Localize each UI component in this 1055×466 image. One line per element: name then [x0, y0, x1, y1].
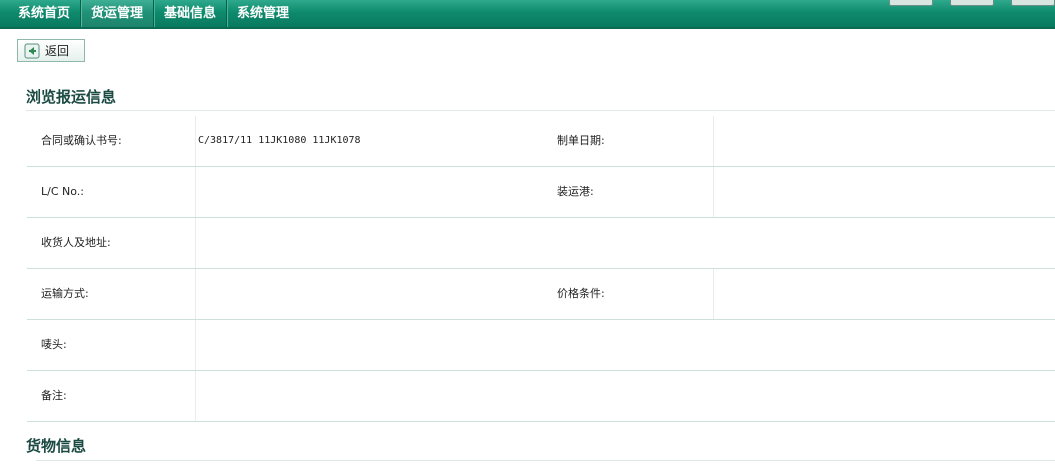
marks-label: 唛头:: [41, 338, 67, 351]
section-title-goods: 货物信息: [26, 437, 87, 455]
table-row: L/C No.: 装运港:: [27, 167, 1055, 218]
table-row: 唛头:: [27, 320, 1055, 371]
price-label: 价格条件:: [557, 287, 605, 300]
table-row: 合同或确认书号: C/3817/11 11JK1080 11JK1078 制单日…: [27, 116, 1055, 167]
nav-item-home[interactable]: 系统首页: [8, 0, 82, 27]
top-tab-button[interactable]: [889, 0, 933, 6]
back-button[interactable]: 返回: [17, 39, 85, 62]
column-divider: [713, 116, 714, 166]
column-divider: [195, 167, 196, 217]
back-arrow-icon: [24, 43, 40, 58]
column-divider: [195, 269, 196, 319]
contract-label: 合同或确认书号:: [41, 134, 122, 147]
lc-label: L/C No.:: [41, 185, 84, 198]
column-divider: [195, 218, 196, 268]
consignee-label: 收货人及地址:: [41, 236, 111, 249]
section-divider: [36, 460, 1055, 461]
nav-item-freight[interactable]: 货运管理: [81, 0, 155, 27]
column-divider: [713, 269, 714, 319]
top-tab-button[interactable]: [950, 0, 994, 6]
section-title-browse: 浏览报运信息: [26, 88, 117, 106]
window-tabs: [872, 0, 1055, 6]
column-divider: [195, 371, 196, 421]
column-divider: [195, 320, 196, 370]
top-nav-bar: 系统首页 货运管理 基础信息 系统管理: [0, 0, 1055, 29]
transport-label: 运输方式:: [41, 287, 89, 300]
remark-label: 备注:: [41, 389, 67, 402]
contract-value: C/3817/11 11JK1080 11JK1078: [198, 135, 361, 146]
nav-item-basic-info[interactable]: 基础信息: [154, 0, 228, 27]
table-row: 收货人及地址:: [27, 218, 1055, 269]
column-divider: [195, 116, 196, 166]
nav-item-system[interactable]: 系统管理: [227, 0, 299, 27]
table-row: 备注:: [27, 371, 1055, 422]
section-divider: [26, 110, 1055, 111]
nav-menu: 系统首页 货运管理 基础信息 系统管理: [8, 0, 299, 27]
table-row: 运输方式: 价格条件:: [27, 269, 1055, 320]
port-label: 装运港:: [557, 185, 594, 198]
info-table: 合同或确认书号: C/3817/11 11JK1080 11JK1078 制单日…: [27, 116, 1055, 422]
back-button-label: 返回: [45, 44, 70, 58]
top-tab-button[interactable]: [1011, 0, 1055, 6]
column-divider: [713, 167, 714, 217]
date-label: 制单日期:: [557, 134, 605, 147]
